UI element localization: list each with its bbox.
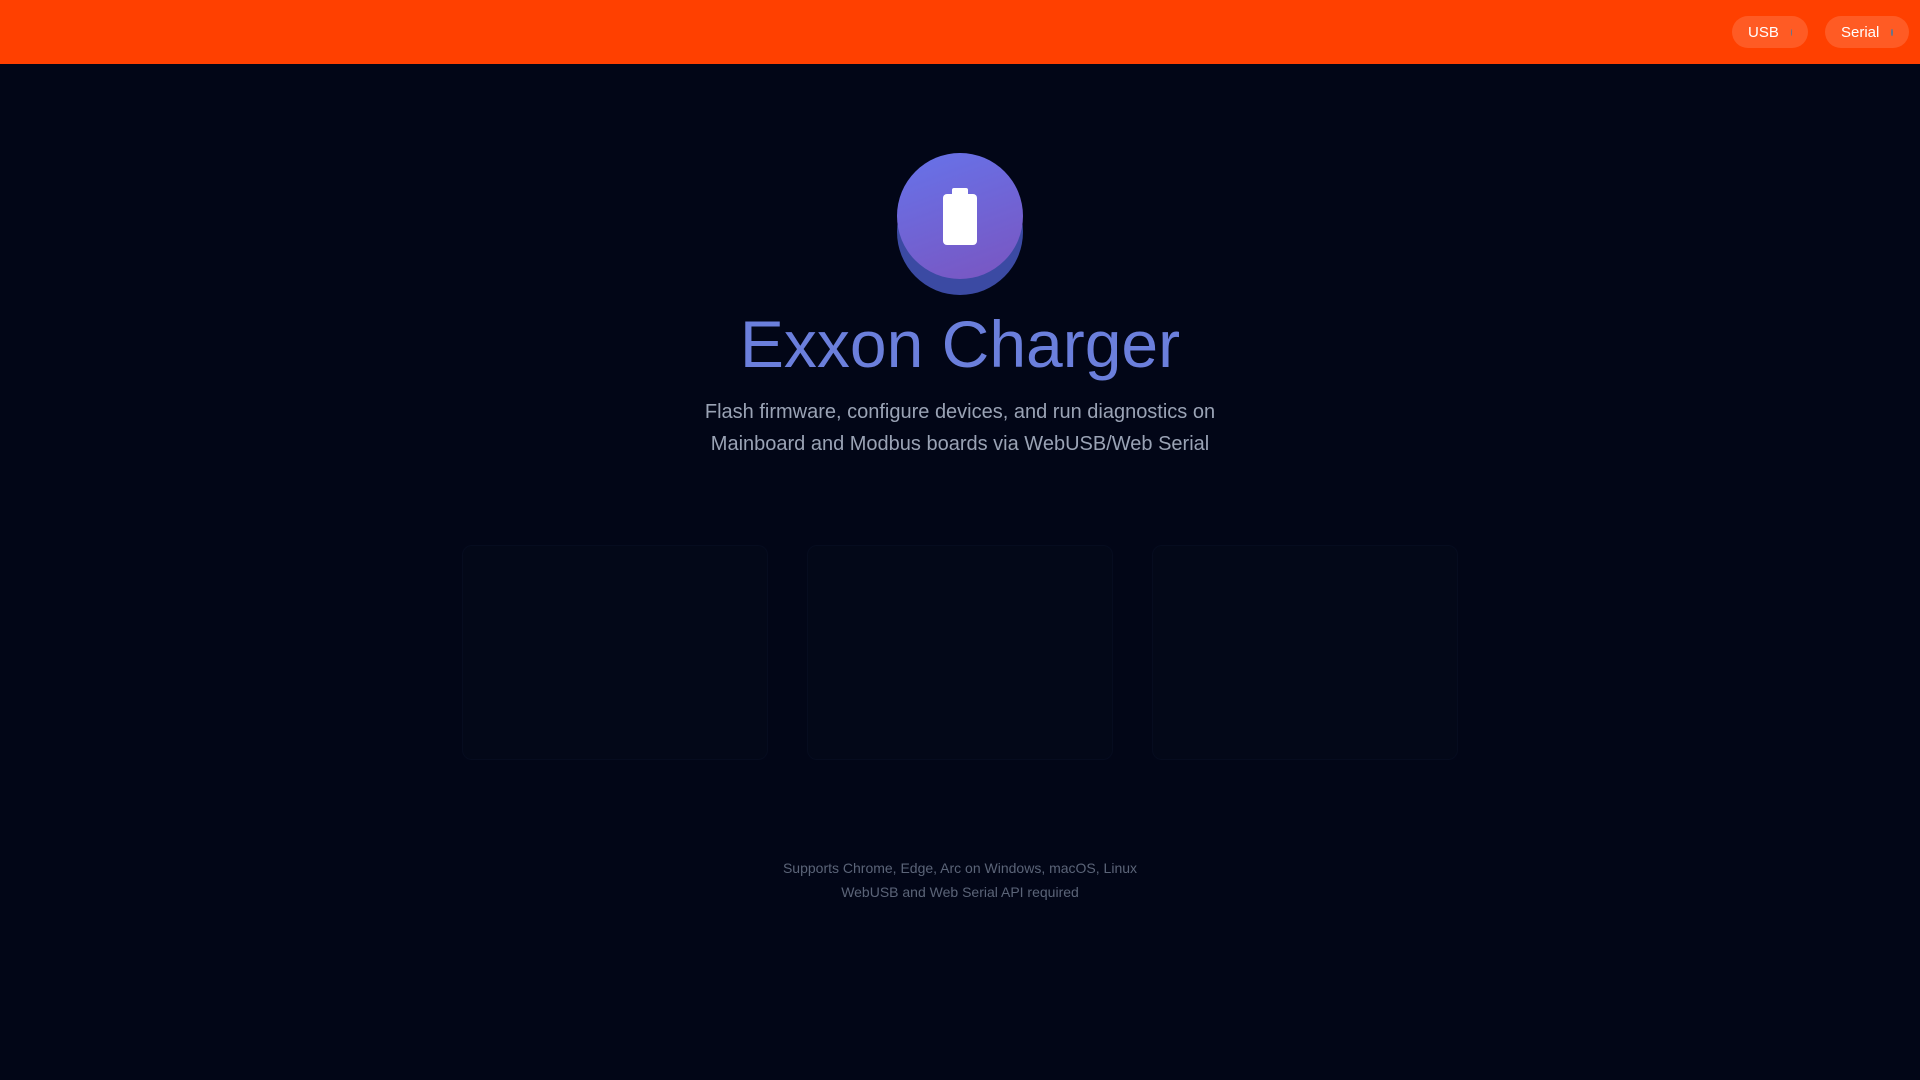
option-card-1[interactable] [462,545,768,760]
app-logo [897,153,1023,295]
serial-status-label: Serial [1841,23,1880,41]
usb-status-dot-icon [1790,28,1792,36]
footer-browser-support: Supports Chrome, Edge, Arc on Windows, m… [782,860,1138,876]
page-title: Exxon Charger [739,307,1181,381]
serial-status-button[interactable]: Serial [1825,16,1909,48]
option-card-2[interactable] [807,545,1113,760]
top-bar: USB Serial [0,0,1920,64]
footer-api-requirement: WebUSB and Web Serial API required [841,884,1079,900]
usb-status-label: USB [1748,23,1779,41]
serial-status-dot-icon [1891,28,1893,36]
logo-circle [897,153,1023,279]
usb-status-button[interactable]: USB [1732,16,1808,48]
option-card-3[interactable] [1152,545,1458,760]
battery-icon [943,194,977,245]
footer: Supports Chrome, Edge, Arc on Windows, m… [0,856,1920,904]
page-subtitle: Flash firmware, configure devices, and r… [704,401,1216,455]
